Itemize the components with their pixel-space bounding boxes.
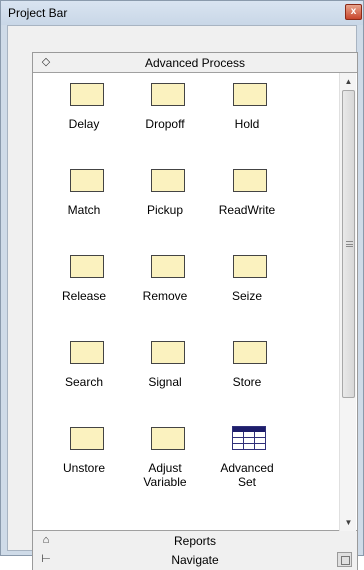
section-header-advanced-process[interactable]: ◇ Advanced Process — [33, 53, 357, 73]
module-delay[interactable]: Delay — [43, 79, 125, 159]
scroll-thumb[interactable] — [342, 90, 355, 398]
project-bar-client: ◇ Advanced Process Delay Dropoff Hold Ma… — [7, 25, 358, 570]
module-label: Dropoff — [145, 117, 185, 131]
close-icon: x — [350, 6, 357, 17]
module-shape-icon — [233, 169, 267, 192]
module-shape-icon — [151, 83, 185, 106]
module-search[interactable]: Search — [43, 337, 125, 417]
module-match[interactable]: Match — [43, 165, 125, 245]
panel-sections: ◇ Advanced Process Delay Dropoff Hold Ma… — [32, 52, 358, 570]
module-shape-icon — [151, 169, 185, 192]
module-store[interactable]: Store — [206, 337, 288, 417]
module-unstore[interactable]: Unstore — [43, 423, 125, 503]
module-dropoff[interactable]: Dropoff — [124, 79, 206, 159]
module-label: Advanced Set — [206, 461, 288, 489]
module-label: Signal — [148, 375, 182, 389]
module-shape-icon — [233, 255, 267, 278]
module-remove[interactable]: Remove — [124, 251, 206, 331]
module-label-line2: Variable — [143, 475, 187, 489]
module-shape-icon — [70, 83, 104, 106]
module-shape-icon — [233, 83, 267, 106]
section-label: Advanced Process — [144, 56, 246, 70]
module-label-line1: Advanced — [220, 461, 274, 475]
module-label: ReadWrite — [218, 203, 276, 217]
module-advanced-set[interactable]: Advanced Set — [206, 423, 288, 503]
module-label: Release — [61, 289, 107, 303]
module-release[interactable]: Release — [43, 251, 125, 331]
module-shape-icon — [151, 341, 185, 364]
module-readwrite[interactable]: ReadWrite — [206, 165, 288, 245]
module-label-line2: Set — [237, 475, 256, 489]
module-label: Adjust Variable — [124, 461, 206, 489]
window-title: Project Bar — [8, 6, 68, 20]
section-label: Navigate — [171, 553, 219, 567]
module-seize[interactable]: Seize — [206, 251, 288, 331]
module-label: Hold — [234, 117, 260, 131]
module-label-line1: Adjust — [148, 461, 182, 475]
module-label: Pickup — [146, 203, 184, 217]
module-shape-icon — [70, 169, 104, 192]
project-bar-window: Project Bar x ◇ Advanced Process Delay D… — [0, 0, 364, 570]
table-icon — [232, 426, 266, 450]
module-pickup[interactable]: Pickup — [124, 165, 206, 245]
module-label: Search — [64, 375, 104, 389]
module-shape-icon — [233, 341, 267, 364]
module-shape-icon — [151, 427, 185, 450]
module-shape-icon — [70, 427, 104, 450]
module-label: Remove — [142, 289, 188, 303]
module-hold[interactable]: Hold — [206, 79, 288, 159]
vertical-scrollbar[interactable]: ▲ ▼ — [339, 73, 356, 531]
module-shape-icon — [70, 341, 104, 364]
module-adjust-variable[interactable]: Adjust Variable — [124, 423, 206, 503]
module-label: Store — [232, 375, 262, 389]
thumbnail-icon[interactable] — [337, 552, 352, 567]
scroll-down-arrow-icon[interactable]: ▼ — [340, 514, 357, 531]
section-label: Reports — [173, 534, 217, 548]
module-label: Match — [67, 203, 101, 217]
grip-icon — [346, 241, 353, 247]
module-label: Seize — [231, 289, 263, 303]
section-header-navigate[interactable]: ⊢ Navigate — [33, 550, 357, 570]
module-shape-icon — [151, 255, 185, 278]
module-label: Delay — [68, 117, 100, 131]
module-signal[interactable]: Signal — [124, 337, 206, 417]
module-shape-icon — [70, 255, 104, 278]
title-bar[interactable]: Project Bar x — [1, 1, 363, 25]
module-label: Unstore — [62, 461, 106, 475]
section-header-reports[interactable]: ⌂ Reports — [33, 531, 357, 551]
scroll-up-arrow-icon[interactable]: ▲ — [340, 73, 357, 90]
module-list: Delay Dropoff Hold Match Pickup ReadWrit… — [33, 73, 357, 531]
close-button[interactable]: x — [345, 4, 362, 20]
